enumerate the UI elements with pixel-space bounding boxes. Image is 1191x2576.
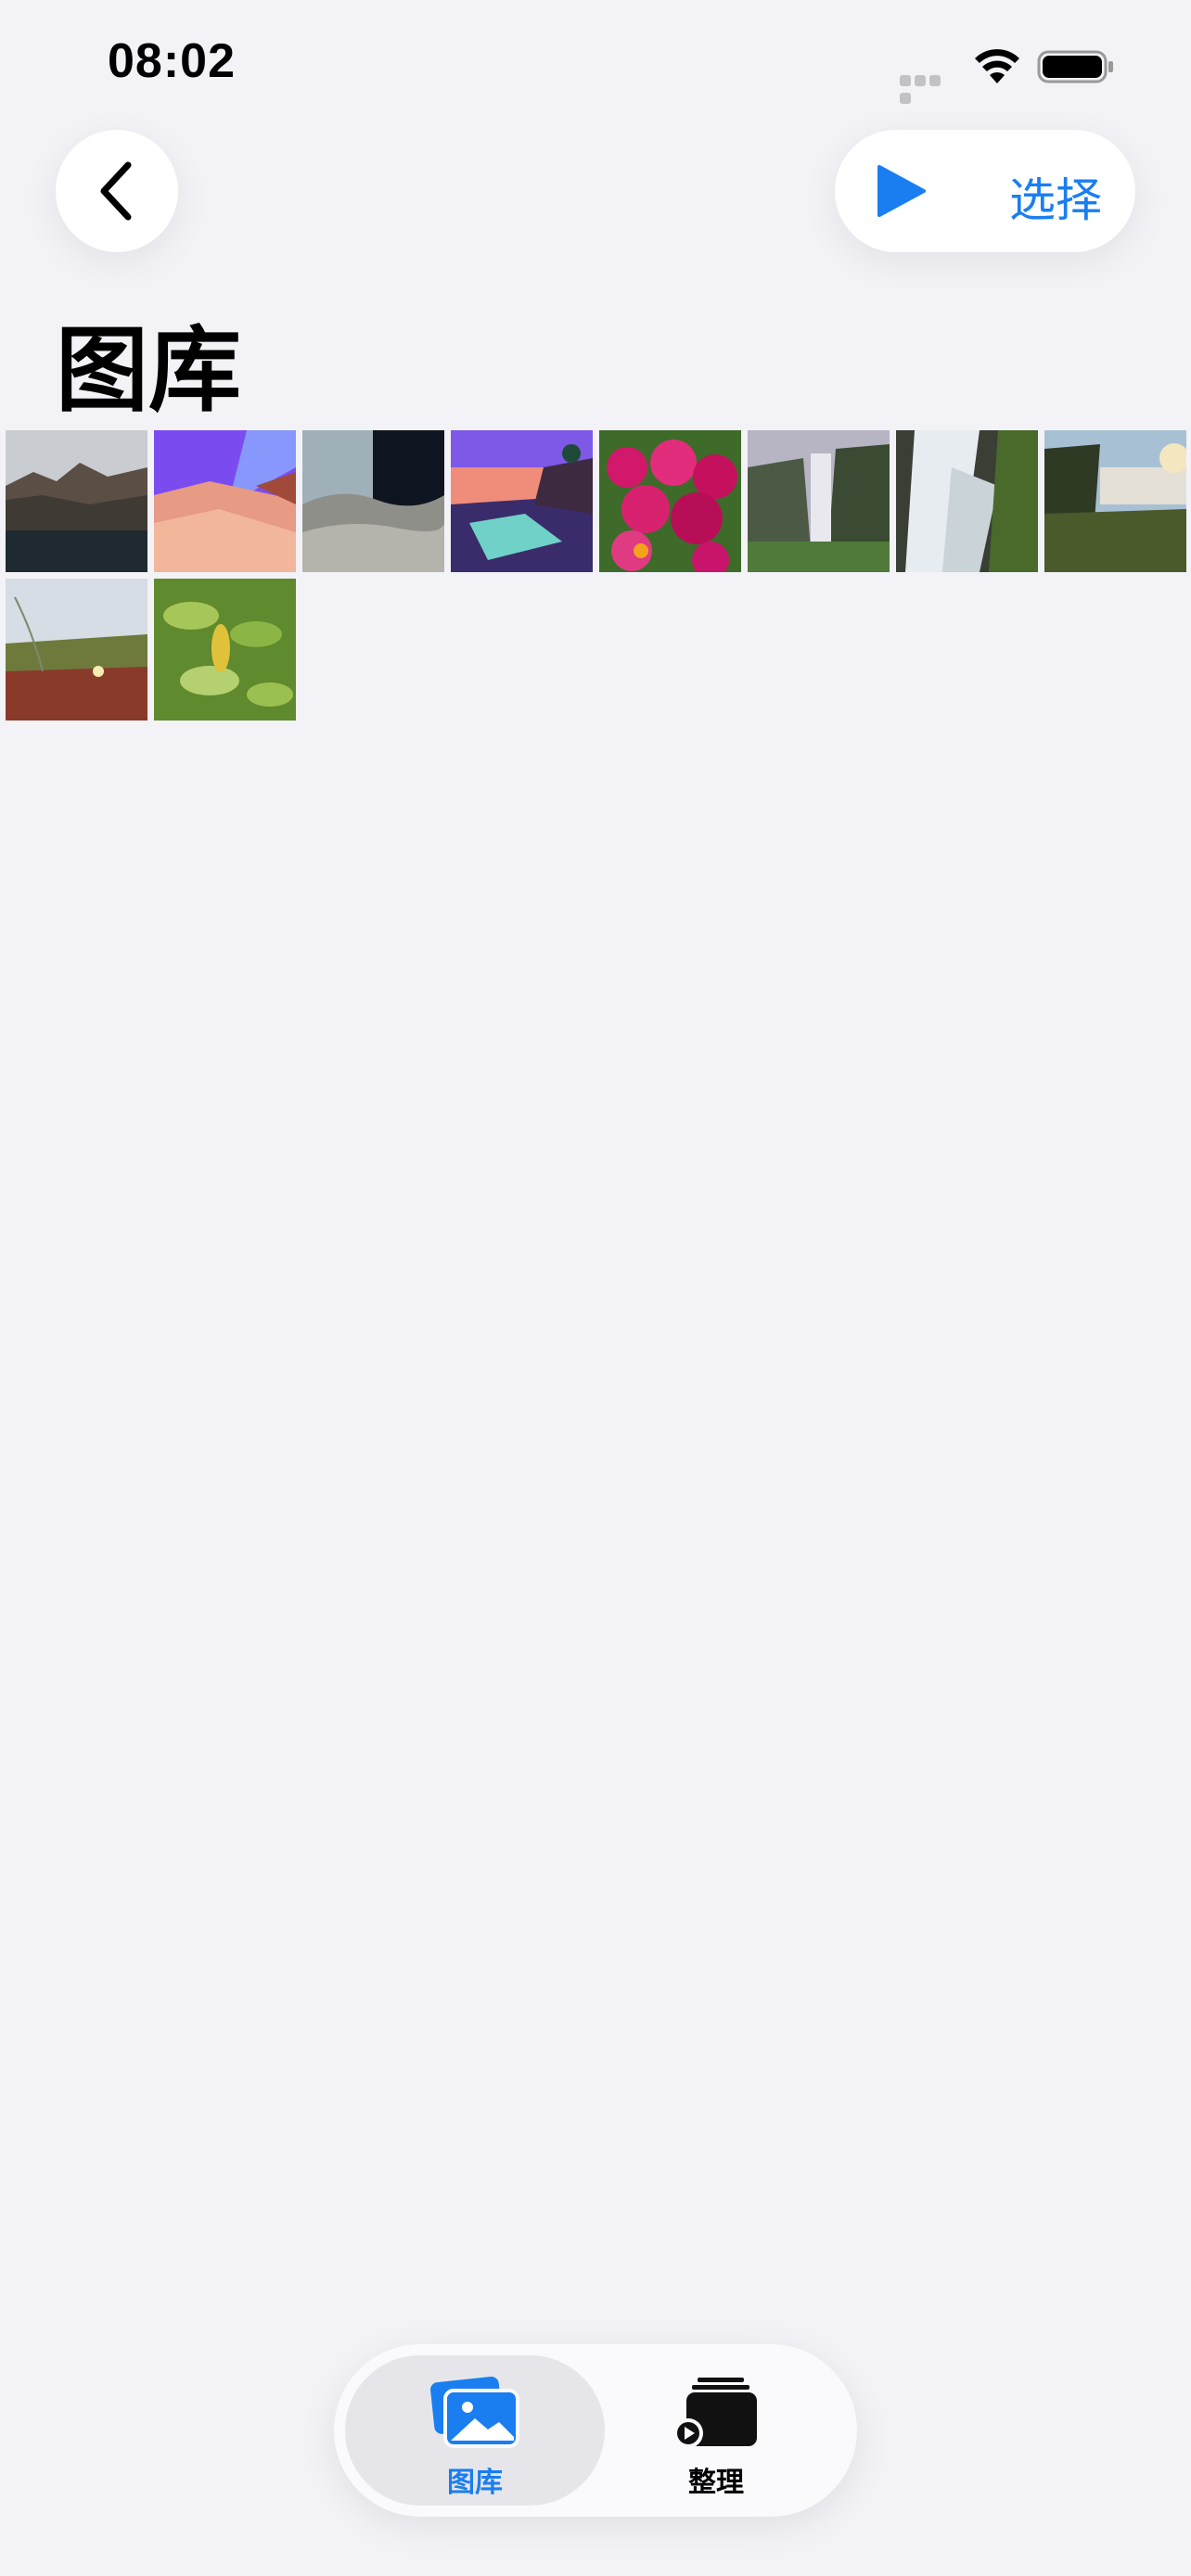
battery-icon: [1037, 50, 1113, 83]
photo-library-icon: [430, 2376, 519, 2448]
page-title: 图库: [56, 316, 241, 425]
photo-thumbnail-grass-wildflowers[interactable]: [6, 579, 147, 721]
tab-organize-label: 整理: [688, 2467, 744, 2499]
wifi-icon: [975, 49, 1019, 83]
cellular-signal-icon: [900, 72, 957, 104]
tab-organize[interactable]: 整理: [596, 2344, 837, 2517]
play-select-group: 选择: [835, 130, 1135, 252]
play-icon[interactable]: [874, 163, 928, 219]
photo-thumbnail-mountains[interactable]: [6, 430, 147, 572]
photo-thumbnail-sunset-coast[interactable]: [451, 430, 593, 572]
photo-thumbnail-purple-desert[interactable]: [154, 430, 296, 572]
photo-thumbnail-waterfall-cliff[interactable]: [748, 430, 890, 572]
tab-library[interactable]: 图库: [354, 2344, 596, 2517]
chevron-left-icon: [100, 161, 132, 221]
photo-thumbnail-grey-dunes[interactable]: [302, 430, 444, 572]
photo-thumbnail-magenta-flowers[interactable]: [599, 430, 741, 572]
tab-bar: 图库 整理: [334, 2344, 857, 2517]
back-button[interactable]: [56, 130, 178, 252]
photo-grid: [6, 430, 1186, 721]
photo-thumbnail-waterfall-dusk[interactable]: [1044, 430, 1186, 572]
tab-library-label: 图库: [447, 2467, 503, 2499]
photo-thumbnail-green-leaves[interactable]: [154, 579, 296, 721]
photo-thumbnail-cascading-waterfall[interactable]: [896, 430, 1038, 572]
select-button[interactable]: 选择: [1009, 163, 1102, 230]
status-time: 08:02: [108, 34, 236, 88]
slideshow-stack-icon: [673, 2378, 757, 2448]
